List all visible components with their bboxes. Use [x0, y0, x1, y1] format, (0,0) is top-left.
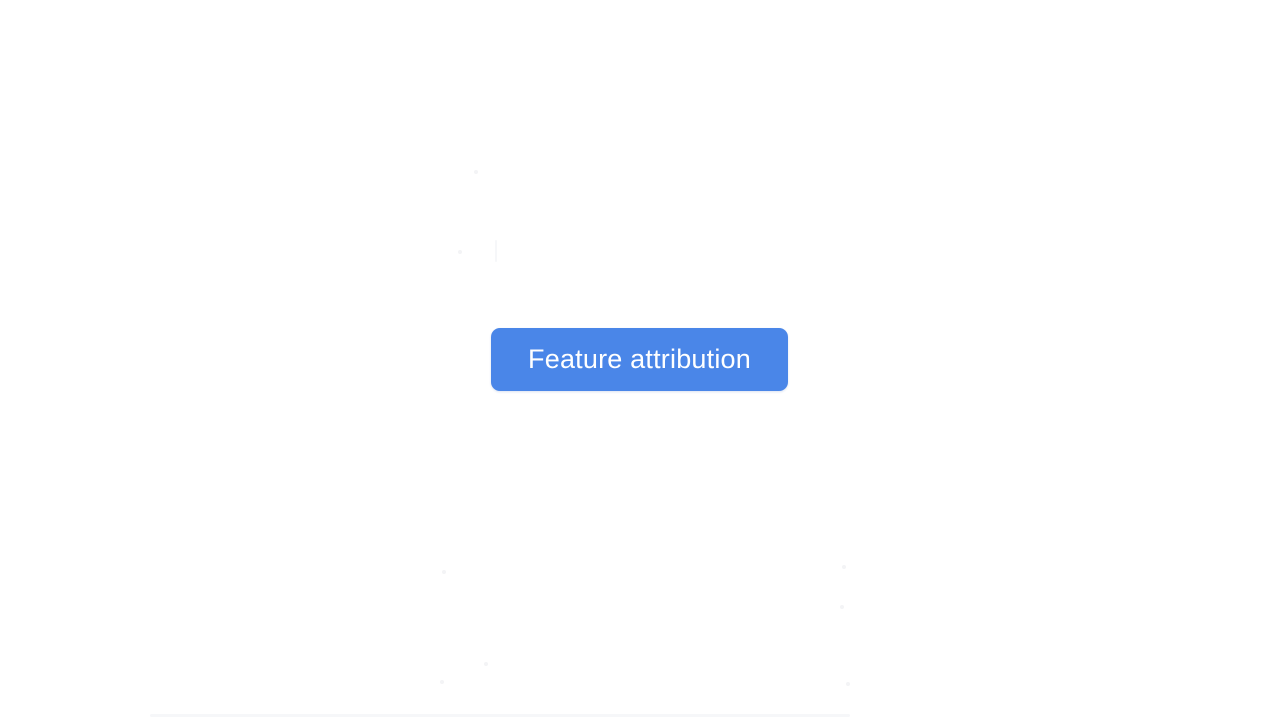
- ghost-mark: [842, 565, 846, 569]
- ghost-mark: [150, 714, 850, 717]
- chip-label: Feature attribution: [528, 344, 751, 374]
- feature-attribution-chip[interactable]: Feature attribution: [491, 328, 788, 391]
- ghost-mark: [846, 682, 850, 686]
- ghost-mark: [484, 662, 488, 666]
- ghost-mark: [458, 250, 462, 254]
- ghost-mark: [442, 570, 446, 574]
- ghost-mark: [440, 680, 444, 684]
- ghost-mark: [495, 240, 497, 262]
- ghost-mark: [840, 605, 844, 609]
- ghost-mark: [474, 170, 478, 174]
- slide-canvas: Feature attribution: [0, 0, 1280, 720]
